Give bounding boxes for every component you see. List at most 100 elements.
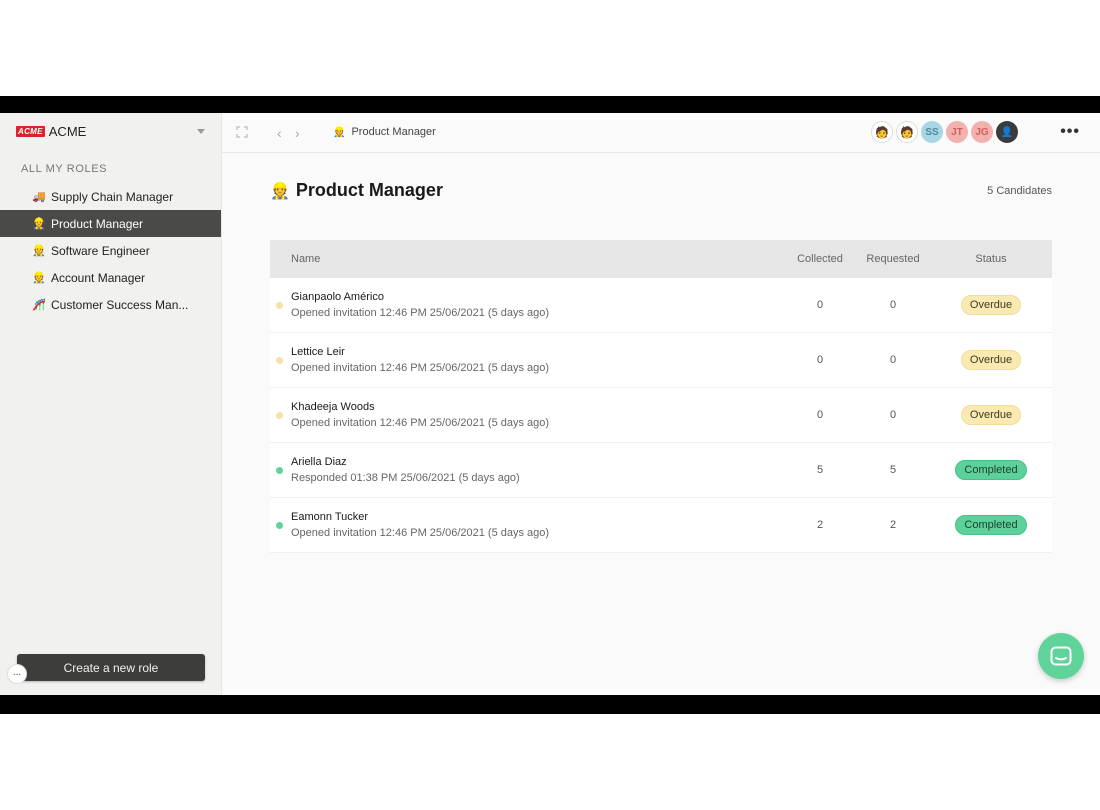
- header-name[interactable]: Name: [270, 253, 784, 265]
- sidebar-item-customer-success-manager[interactable]: 🎢 Customer Success Man...: [0, 291, 221, 318]
- status-badge: Completed: [955, 515, 1027, 535]
- page-title-text: Product Manager: [295, 180, 443, 200]
- worker-icon: 👷: [270, 182, 290, 200]
- requested-count: 2: [889, 519, 897, 531]
- collected-count: 0: [816, 299, 824, 311]
- chevron-left-icon[interactable]: ‹: [277, 125, 282, 141]
- candidate-cell: Khadeeja Woods Opened invitation 12:46 P…: [270, 401, 784, 429]
- collected-count: 5: [816, 464, 824, 476]
- avatar[interactable]: JG: [971, 121, 993, 143]
- workspace-name: ACME: [48, 123, 87, 139]
- candidate-activity: Opened invitation 12:46 PM 25/06/2021 (5…: [291, 362, 550, 374]
- sidebar: ACME ACME ALL MY ROLES 🚚 Supply Chain Ma…: [0, 113, 222, 695]
- top-bar: ‹ › 👷 Product Manager 🧑 🧑 SS JT JG 👤 •••: [222, 113, 1100, 153]
- status-cell: Overdue: [930, 405, 1052, 425]
- table-row[interactable]: Eamonn Tucker Opened invitation 12:46 PM…: [270, 498, 1052, 553]
- header-requested[interactable]: Requested: [856, 253, 930, 265]
- collected-count: 0: [816, 409, 824, 421]
- candidate-activity: Opened invitation 12:46 PM 25/06/2021 (5…: [291, 417, 550, 429]
- worker-icon: 👷: [333, 126, 346, 138]
- avatar[interactable]: 🧑: [896, 121, 918, 143]
- role-list: 🚚 Supply Chain Manager 👷 Product Manager…: [0, 183, 221, 318]
- sidebar-item-supply-chain-manager[interactable]: 🚚 Supply Chain Manager: [0, 183, 221, 210]
- brand-logo: ACME: [16, 125, 45, 137]
- table-row[interactable]: Lettice Leir Opened invitation 12:46 PM …: [270, 333, 1052, 388]
- candidate-name: Eamonn Tucker: [291, 511, 369, 523]
- main-content: ‹ › 👷 Product Manager 🧑 🧑 SS JT JG 👤 •••…: [222, 113, 1100, 695]
- status-dot: [276, 302, 283, 309]
- requested-count: 0: [889, 409, 897, 421]
- avatar[interactable]: JT: [946, 121, 968, 143]
- chat-launcher-button[interactable]: [1038, 633, 1084, 679]
- candidate-cell: Eamonn Tucker Opened invitation 12:46 PM…: [270, 511, 784, 539]
- candidate-count: 5 Candidates: [987, 184, 1052, 197]
- status-dot: [276, 522, 283, 529]
- avatar[interactable]: 👤: [996, 121, 1018, 143]
- page-title: 👷 Product Manager: [270, 180, 443, 201]
- app-window: ACME ACME ALL MY ROLES 🚚 Supply Chain Ma…: [0, 113, 1100, 695]
- letterbox-bottom: [0, 695, 1100, 714]
- chevron-down-icon[interactable]: [197, 128, 205, 134]
- sidebar-item-label: Software Engineer: [51, 243, 150, 258]
- create-role-button[interactable]: Create a new role: [17, 654, 205, 681]
- status-cell: Overdue: [930, 350, 1052, 370]
- more-options-icon[interactable]: ...: [7, 664, 27, 684]
- status-dot: [276, 467, 283, 474]
- requested-count: 5: [889, 464, 897, 476]
- sidebar-item-software-engineer[interactable]: 👷 Software Engineer: [0, 237, 221, 264]
- chevron-right-icon[interactable]: ›: [295, 125, 300, 141]
- status-cell: Overdue: [930, 295, 1052, 315]
- header-collected[interactable]: Collected: [784, 253, 856, 265]
- collected-count: 0: [816, 354, 824, 366]
- more-menu-icon[interactable]: •••: [1060, 123, 1080, 141]
- status-dot: [276, 412, 283, 419]
- breadcrumb: 👷 Product Manager: [333, 126, 436, 138]
- truck-icon: 🚚: [32, 191, 46, 203]
- sidebar-item-product-manager[interactable]: 👷 Product Manager: [0, 210, 221, 237]
- candidate-activity: Opened invitation 12:46 PM 25/06/2021 (5…: [291, 527, 550, 539]
- status-badge: Overdue: [960, 295, 1022, 315]
- page-header: 👷 Product Manager 5 Candidates: [270, 180, 1052, 201]
- chat-icon: [1050, 646, 1072, 666]
- roller-coaster-icon: 🎢: [32, 299, 46, 311]
- avatar[interactable]: SS: [921, 121, 943, 143]
- table-row[interactable]: Gianpaolo Américo Opened invitation 12:4…: [270, 278, 1052, 333]
- expand-icon[interactable]: [236, 126, 248, 138]
- candidate-activity: Responded 01:38 PM 25/06/2021 (5 days ag…: [291, 472, 520, 484]
- status-cell: Completed: [930, 515, 1052, 535]
- sidebar-item-label: Supply Chain Manager: [51, 189, 174, 204]
- sidebar-item-label: Customer Success Man...: [51, 297, 189, 312]
- workspace-switcher[interactable]: ACME ACME: [0, 113, 221, 149]
- requested-count: 0: [889, 354, 897, 366]
- candidate-cell: Gianpaolo Américo Opened invitation 12:4…: [270, 291, 784, 319]
- table-row[interactable]: Khadeeja Woods Opened invitation 12:46 P…: [270, 388, 1052, 443]
- candidate-name: Gianpaolo Américo: [291, 291, 384, 303]
- candidate-activity: Opened invitation 12:46 PM 25/06/2021 (5…: [291, 307, 550, 319]
- status-badge: Overdue: [960, 350, 1022, 370]
- sidebar-item-account-manager[interactable]: 👷 Account Manager: [0, 264, 221, 291]
- candidate-name: Ariella Diaz: [291, 456, 347, 468]
- status-dot: [276, 357, 283, 364]
- worker-icon: 👷: [32, 245, 46, 257]
- status-cell: Completed: [930, 460, 1052, 480]
- status-badge: Completed: [955, 460, 1027, 480]
- sidebar-item-label: Account Manager: [51, 270, 146, 285]
- roles-section-label: ALL MY ROLES: [21, 163, 108, 175]
- table-header: Name Collected Requested Status: [270, 240, 1052, 278]
- candidate-name: Khadeeja Woods: [291, 401, 375, 413]
- avatar[interactable]: 🧑: [871, 121, 893, 143]
- requested-count: 0: [889, 299, 897, 311]
- collaborator-avatars: 🧑 🧑 SS JT JG 👤: [868, 121, 1018, 143]
- worker-icon: 👷: [32, 218, 46, 230]
- collected-count: 2: [816, 519, 824, 531]
- candidates-table: Name Collected Requested Status Gianpaol…: [270, 240, 1052, 553]
- header-status[interactable]: Status: [930, 253, 1052, 265]
- candidate-name: Lettice Leir: [291, 346, 345, 358]
- letterbox-top: [0, 96, 1100, 113]
- worker-icon: 👷: [32, 272, 46, 284]
- candidate-cell: Ariella Diaz Responded 01:38 PM 25/06/20…: [270, 456, 784, 484]
- sidebar-item-label: Product Manager: [51, 216, 144, 231]
- table-row[interactable]: Ariella Diaz Responded 01:38 PM 25/06/20…: [270, 443, 1052, 498]
- breadcrumb-label: Product Manager: [351, 126, 436, 138]
- candidate-cell: Lettice Leir Opened invitation 12:46 PM …: [270, 346, 784, 374]
